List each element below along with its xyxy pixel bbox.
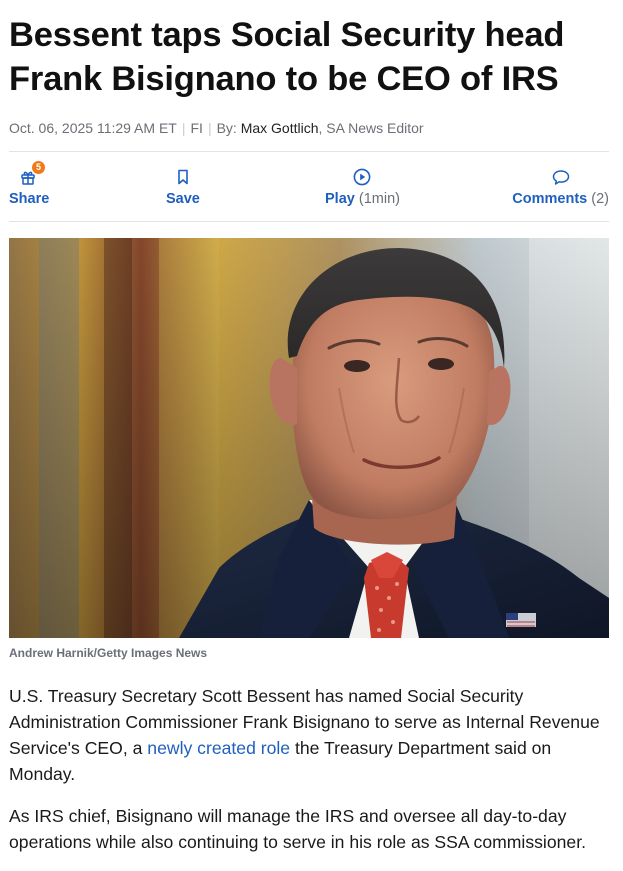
newly-created-role-link[interactable]: newly created role: [147, 738, 290, 758]
share-button[interactable]: 5 Share: [9, 161, 50, 208]
comments-label: Comments: [512, 191, 588, 207]
article-body: U.S. Treasury Secretary Scott Bessent ha…: [9, 683, 609, 855]
byline-divider: |: [181, 120, 186, 136]
paragraph: As IRS chief, Bisignano will manage the …: [9, 806, 586, 852]
photo-caption: Andrew Harnik/Getty Images News: [9, 646, 208, 660]
byline-divider: |: [207, 120, 212, 136]
article-photo[interactable]: [9, 238, 609, 638]
save-label: Save: [166, 191, 200, 207]
save-button[interactable]: Save: [166, 167, 200, 208]
share-count-badge: 5: [32, 161, 45, 174]
article: Bessent taps Social Security head Frank …: [9, 0, 609, 871]
by-label: By:: [216, 120, 237, 136]
article-byline: Oct. 06, 2025 11:29 AM ET | FI | By: Max Got…: [9, 118, 609, 138]
gift-icon: 5: [18, 161, 45, 187]
author-role: , SA News Editor: [318, 120, 424, 136]
play-audio-button[interactable]: Play (1min): [325, 167, 400, 208]
ticker-link[interactable]: FI: [190, 120, 202, 136]
bookmark-icon: [173, 167, 193, 187]
author-link[interactable]: Max Gottlich: [241, 120, 319, 136]
paragraph: U.S. Treasury Secretary Scott Bessent ha…: [9, 683, 609, 787]
share-label: Share: [9, 191, 50, 207]
comment-bubble-icon: [551, 167, 571, 187]
comments-button[interactable]: Comments (2): [512, 167, 609, 208]
publish-date: Oct. 06, 2025 11:29 AM ET: [9, 120, 177, 136]
play-circle-icon: [352, 167, 372, 187]
article-headline: Bessent taps Social Security head Frank …: [9, 16, 565, 98]
play-duration: (1min): [358, 191, 400, 207]
divider: [9, 221, 609, 222]
play-label: Play: [325, 191, 355, 207]
article-actions-bar: 5 Share Save Play (1min) Comments (2): [9, 152, 609, 221]
comments-count: (2): [591, 191, 609, 207]
